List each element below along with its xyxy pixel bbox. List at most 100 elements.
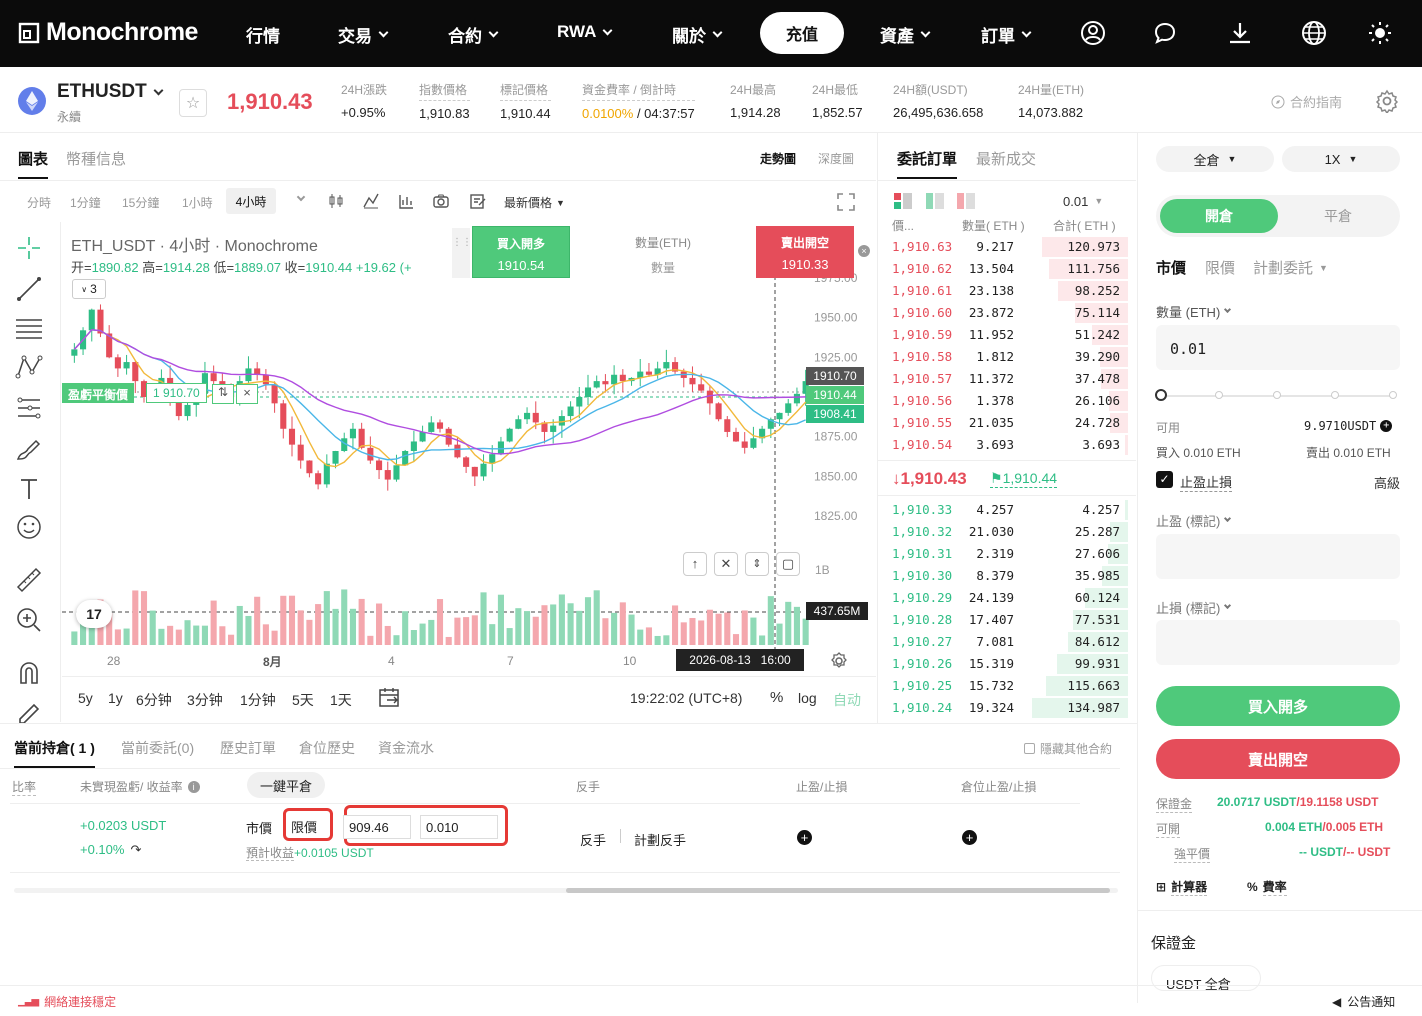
tab-recent-trades[interactable]: 最新成交 xyxy=(976,148,1036,169)
leverage-select[interactable]: 1X ▼ xyxy=(1282,146,1400,172)
bid-row[interactable]: 1,910.24 19.324 134.987 xyxy=(892,697,1132,719)
interval-4h[interactable]: 4小時 xyxy=(226,188,276,214)
sl-input[interactable] xyxy=(1156,620,1400,665)
download-icon[interactable] xyxy=(1227,20,1253,46)
tab-position-history[interactable]: 倉位歷史 xyxy=(299,738,355,758)
user-icon[interactable] xyxy=(1080,20,1106,46)
chart-settings-icon[interactable] xyxy=(830,652,848,670)
logo[interactable]: Monochrome xyxy=(18,18,198,47)
bid-row[interactable]: 1,910.27 7.081 84.612 xyxy=(892,631,1132,653)
ask-row[interactable]: 1,910.58 1.812 39.290 xyxy=(892,346,1132,368)
camera-icon[interactable] xyxy=(432,192,450,210)
chevron-down-icon[interactable] xyxy=(296,192,306,202)
order-type-market[interactable]: 市價 xyxy=(1156,257,1186,278)
candle-type-icon[interactable] xyxy=(327,192,345,210)
ask-row[interactable]: 1,910.59 11.952 51.242 xyxy=(892,324,1132,346)
text-tool-icon[interactable] xyxy=(14,474,44,504)
close-widget-icon[interactable]: × xyxy=(858,245,870,257)
nav-rwa[interactable]: RWA xyxy=(557,22,613,42)
horizontal-lines-icon[interactable] xyxy=(14,312,44,342)
close-position-line-icon[interactable]: × xyxy=(236,384,258,404)
price-chart[interactable]: 1975.001950.001925.001900.001875.001850.… xyxy=(62,222,876,722)
tp-trigger-select[interactable]: 止盈 (標記) xyxy=(1156,511,1232,530)
fib-icon[interactable] xyxy=(14,393,44,423)
settings-gear-icon[interactable] xyxy=(1375,89,1399,113)
qty-slider-handle[interactable] xyxy=(1155,389,1167,401)
ask-row[interactable]: 1,910.57 11.372 37.478 xyxy=(892,368,1132,390)
quick-buy-button[interactable]: 買入開多 1910.54 xyxy=(472,226,570,278)
magnet-icon[interactable] xyxy=(14,658,44,688)
bid-row[interactable]: 1,910.28 17.407 77.531 xyxy=(892,609,1132,631)
edit-note-icon[interactable] xyxy=(469,192,487,210)
auto-scale-icon[interactable]: ▢ xyxy=(776,552,800,576)
close-all-button[interactable]: 一鍵平倉 xyxy=(247,772,325,798)
drag-handle-icon[interactable]: ⋮⋮ xyxy=(452,228,472,278)
range-5y[interactable]: 5y xyxy=(78,690,93,706)
ask-row[interactable]: 1,910.61 23.138 98.252 xyxy=(892,280,1132,302)
orderbook-asks-icon[interactable] xyxy=(957,193,975,209)
bid-row[interactable]: 1,910.25 15.732 115.663 xyxy=(892,675,1132,697)
tab-order-history[interactable]: 歷史訂單 xyxy=(220,738,276,758)
globe-icon[interactable] xyxy=(1301,20,1327,46)
tab-open-orders[interactable]: 當前委託(0) xyxy=(121,738,194,758)
bid-row[interactable]: 1,910.29 24.139 60.124 xyxy=(892,587,1132,609)
tp-input[interactable] xyxy=(1156,534,1400,579)
ask-row[interactable]: 1,910.63 9.217 120.973 xyxy=(892,236,1132,258)
tpsl-checkbox[interactable]: ✓ xyxy=(1156,471,1173,488)
qty-input[interactable]: 0.01 xyxy=(1156,325,1400,370)
lock-drawing-icon[interactable] xyxy=(14,695,44,725)
brush-icon[interactable] xyxy=(14,434,44,464)
ask-row[interactable]: 1,910.62 13.504 111.756 xyxy=(892,258,1132,280)
tab-fund-flow[interactable]: 資金流水 xyxy=(378,738,434,758)
plus-circle-icon[interactable]: + xyxy=(1380,420,1393,432)
topup-button[interactable]: 充值 xyxy=(760,12,844,54)
contract-guide-link[interactable]: 合約指南 xyxy=(1271,92,1342,111)
drag-position-icon[interactable]: ⇅ xyxy=(212,384,234,404)
interval-1m[interactable]: 1分鐘 xyxy=(70,194,101,211)
order-type-limit[interactable]: 限價 xyxy=(1205,257,1235,278)
view-depth[interactable]: 深度圖 xyxy=(818,150,854,167)
fullscreen-icon[interactable] xyxy=(836,192,856,212)
bid-row[interactable]: 1,910.32 21.030 25.287 xyxy=(892,521,1132,543)
open-tab[interactable]: 開倉 xyxy=(1160,199,1278,233)
quick-sell-button[interactable]: 賣出開空 1910.33 xyxy=(756,226,854,278)
auto-scale-toggle[interactable]: 自动 xyxy=(833,690,861,710)
fee-rate-button[interactable]: % 費率 xyxy=(1247,878,1287,896)
theme-sun-icon[interactable] xyxy=(1367,20,1393,46)
bid-row[interactable]: 1,910.30 8.379 35.985 xyxy=(892,565,1132,587)
chat-icon[interactable] xyxy=(1152,20,1178,46)
scrollbar-thumb[interactable] xyxy=(566,888,1110,893)
info-icon[interactable]: i xyxy=(187,780,200,793)
range-1y[interactable]: 1y xyxy=(108,690,123,706)
qty-unit-select[interactable]: 數量 (ETH) xyxy=(1156,302,1232,321)
reverse-button[interactable]: 反手 xyxy=(580,830,606,849)
range-1d[interactable]: 1天 xyxy=(330,690,352,710)
bar-chart-icon[interactable] xyxy=(397,192,415,210)
bid-row[interactable]: 1,910.33 4.257 4.257 xyxy=(892,499,1132,521)
add-tpsl-icon[interactable]: + xyxy=(797,830,812,845)
bid-row[interactable]: 1,910.26 15.319 99.931 xyxy=(892,653,1132,675)
share-icon[interactable]: ↷ xyxy=(130,842,141,858)
tradingview-logo[interactable]: 17 xyxy=(76,600,112,628)
add-pos-tpsl-icon[interactable]: + xyxy=(962,830,977,845)
ask-row[interactable]: 1,910.55 21.035 24.728 xyxy=(892,412,1132,434)
orderbook-bids-icon[interactable] xyxy=(926,193,944,209)
announcement-link[interactable]: ◀ 公告通知 xyxy=(1332,993,1395,1010)
range-5d[interactable]: 5天 xyxy=(292,690,314,710)
buy-long-button[interactable]: 買入開多 xyxy=(1156,686,1400,726)
trend-line-icon[interactable] xyxy=(14,274,44,304)
close-limit-price-input[interactable]: 909.46 xyxy=(343,815,411,839)
margin-mode-select[interactable]: 全倉 ▼ xyxy=(1156,146,1274,172)
symbol-selector[interactable]: ETHUSDT xyxy=(57,81,164,103)
emoji-icon[interactable] xyxy=(14,512,44,542)
nav-about[interactable]: 關於 xyxy=(672,22,723,47)
interval-1h[interactable]: 1小時 xyxy=(182,194,213,211)
close-market-option[interactable]: 市價 xyxy=(246,818,272,837)
ruler-icon[interactable] xyxy=(14,565,44,595)
nav-contract[interactable]: 合約 xyxy=(448,22,499,47)
orderbook-both-icon[interactable] xyxy=(894,193,912,209)
hide-other-toggle[interactable]: 隱藏其他合約 xyxy=(1024,740,1112,757)
calendar-range-icon[interactable] xyxy=(378,686,402,708)
scroll-up-icon[interactable]: ↑ xyxy=(683,552,707,576)
zoom-in-icon[interactable] xyxy=(14,605,44,635)
